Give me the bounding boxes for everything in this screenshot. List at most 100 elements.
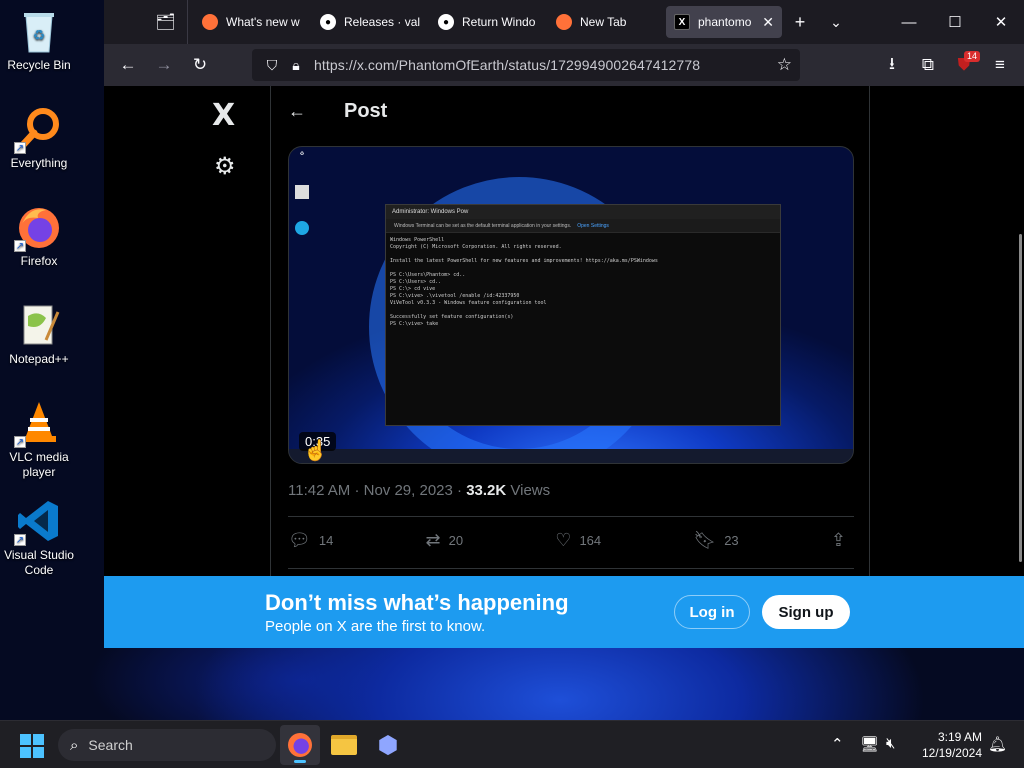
- page-scrollbar[interactable]: [1019, 234, 1022, 562]
- reload-icon: ↻: [192, 55, 208, 74]
- lock-icon[interactable]: 🔒︎: [284, 57, 308, 74]
- firefox-window: 🗂 What's new w ● Releases · val ● Return…: [104, 0, 1024, 648]
- post-header: ← Post: [272, 86, 869, 136]
- url-text[interactable]: https://x.com/PhantomOfEarth/status/1729…: [314, 57, 777, 73]
- x-logo[interactable]: X: [212, 98, 235, 133]
- search-icon: ⌕: [70, 736, 79, 754]
- extension-badge: 14: [963, 51, 980, 62]
- video-player[interactable]: ♻ Administrator: Windows Pow Windows Ter…: [288, 146, 854, 464]
- signup-banner: Don’t miss what’s happening People on X …: [104, 576, 1024, 648]
- tab-label: phantomo: [698, 15, 752, 29]
- puzzle-icon: ⧉: [921, 55, 935, 74]
- hamburger-icon: ≡: [995, 55, 1005, 74]
- taskbar-clock[interactable]: 3:19 AM 12/19/2024: [914, 729, 982, 761]
- reply-button[interactable]: 💬︎ 14: [288, 530, 333, 551]
- terminal-tab-label: Administrator: Windows Pow: [392, 209, 469, 215]
- extensions-button[interactable]: ⧉: [910, 49, 946, 81]
- taskbar-firefox[interactable]: [280, 725, 320, 765]
- back-arrow-icon: ←: [119, 55, 137, 74]
- svg-text:♻: ♻: [33, 28, 46, 44]
- navigation-toolbar: ← → ↻ ⛉ 🔒︎ https://x.com/PhantomOfEarth/…: [104, 44, 1024, 86]
- settings-gear-icon[interactable]: ⚙: [214, 152, 236, 181]
- post-actions: 💬︎ 14 ⇄ 20 ♡ 164 🔖︎ 23 ⇪: [288, 530, 854, 551]
- tab-phantom-post[interactable]: X phantomo ✕: [666, 6, 782, 38]
- terminal-tab-bar: Administrator: Windows Pow: [386, 205, 780, 219]
- toolbar-right: ⭳ ⧉ ⛊ 14 ≡: [874, 49, 1018, 81]
- tab-overview-button[interactable]: 🗂: [144, 0, 188, 44]
- video-taskbar: [289, 449, 853, 463]
- back-button[interactable]: ←: [110, 49, 146, 81]
- maximize-button[interactable]: ☐: [932, 0, 978, 44]
- desktop-icon-label: Recycle Bin: [7, 58, 71, 72]
- tab-label: What's new w: [226, 15, 300, 29]
- minimize-button[interactable]: —: [886, 0, 932, 44]
- close-window-button[interactable]: ✕: [978, 0, 1024, 44]
- desktop-icon-firefox[interactable]: ↗ Firefox: [0, 204, 78, 269]
- post-metadata: 11:42 AM · Nov 29, 2023 · 33.2K Views: [288, 482, 550, 499]
- volume-muted-icon[interactable]: 🔇︎: [886, 735, 895, 752]
- login-button[interactable]: Log in: [674, 595, 750, 629]
- taskbar-file-explorer[interactable]: [324, 725, 364, 765]
- desktop-icon-notepadpp[interactable]: Notepad++: [0, 302, 78, 367]
- desktop-icon-vlc[interactable]: ↗ VLC media player: [0, 400, 78, 480]
- downloads-button[interactable]: ⭳: [874, 49, 910, 81]
- terminal-notice-link: Open Settings: [577, 222, 609, 229]
- bookmark-count: 23: [724, 533, 739, 548]
- left-sidebar: X ⚙: [104, 86, 271, 648]
- terminal-notice: Windows Terminal can be set as the defau…: [386, 219, 780, 233]
- vlc-icon: ↗: [14, 400, 62, 448]
- desktop-icon-label: VLC media player: [9, 450, 69, 479]
- share-button[interactable]: ⇪: [831, 530, 854, 551]
- new-tab-button[interactable]: +: [782, 4, 818, 40]
- repost-button[interactable]: ⇄ 20: [426, 530, 464, 551]
- desktop-icon-vscode[interactable]: ↗ Visual Studio Code: [0, 498, 78, 578]
- post-time[interactable]: 11:42 AM: [288, 482, 350, 499]
- desktop-icon-label: Everything: [10, 156, 68, 170]
- page-title: Post: [344, 99, 388, 122]
- x-icon: X: [674, 14, 690, 30]
- back-arrow-icon[interactable]: ←: [288, 101, 328, 122]
- forward-button[interactable]: →: [146, 49, 182, 81]
- tab-new-tab[interactable]: New Tab: [548, 6, 664, 38]
- menu-button[interactable]: ≡: [982, 49, 1018, 81]
- desktop-icon-everything[interactable]: ↗ Everything: [0, 106, 78, 171]
- bookmark-button[interactable]: 🔖︎ 23: [693, 530, 738, 551]
- tab-releases[interactable]: ● Releases · val: [312, 6, 428, 38]
- forward-arrow-icon: →: [155, 55, 173, 74]
- tab-label: Return Windo: [462, 15, 536, 29]
- taskbar-search[interactable]: ⌕ Search: [58, 729, 276, 761]
- desktop-icon-label: Firefox: [20, 254, 58, 268]
- windows-logo-icon: [33, 747, 44, 758]
- start-button[interactable]: [20, 734, 44, 758]
- firefox-icon: ↗: [14, 204, 62, 252]
- repost-count: 20: [448, 533, 464, 548]
- show-hidden-icons-button[interactable]: ⌃: [831, 735, 844, 753]
- github-icon: ●: [438, 14, 454, 30]
- network-status-icon[interactable]: 🖥︎: [860, 735, 879, 753]
- like-button[interactable]: ♡ 164: [555, 530, 601, 551]
- bookmark-icon: 🔖︎: [693, 530, 717, 550]
- signup-button[interactable]: Sign up: [762, 595, 850, 629]
- shield-icon[interactable]: ⛉: [260, 57, 284, 74]
- post-date[interactable]: Nov 29, 2023: [364, 482, 453, 499]
- banner-headline: Don’t miss what’s happening: [265, 590, 569, 615]
- close-tab-icon[interactable]: ✕: [762, 14, 774, 31]
- ublock-button[interactable]: ⛊ 14: [946, 49, 982, 81]
- banner-subtext: People on X are the first to know.: [265, 618, 486, 635]
- list-all-tabs-button[interactable]: ⌄: [818, 4, 854, 40]
- shortcut-arrow-icon: ↗: [14, 436, 26, 448]
- reload-button[interactable]: ↻: [182, 49, 218, 81]
- taskbar-app[interactable]: ⬢: [368, 725, 408, 765]
- window-controls: — ☐ ✕: [886, 0, 1024, 44]
- notifications-bell-icon[interactable]: 🔔︎: [988, 735, 1007, 753]
- desktop-icon-recycle-bin[interactable]: ♻ Recycle Bin: [0, 8, 78, 73]
- powershell-window: Administrator: Windows Pow Windows Termi…: [385, 204, 781, 426]
- chevron-down-icon: ⌄: [830, 13, 842, 30]
- bookmark-star-icon[interactable]: ☆: [777, 55, 792, 75]
- app-hexagon-icon: ⬢: [377, 731, 399, 759]
- tab-return-windows[interactable]: ● Return Windo: [430, 6, 546, 38]
- url-bar[interactable]: ⛉ 🔒︎ https://x.com/PhantomOfEarth/status…: [252, 49, 800, 81]
- tab-whats-new[interactable]: What's new w: [194, 6, 310, 38]
- firefox-icon: [556, 14, 572, 30]
- everything-search-icon: ↗: [14, 106, 62, 154]
